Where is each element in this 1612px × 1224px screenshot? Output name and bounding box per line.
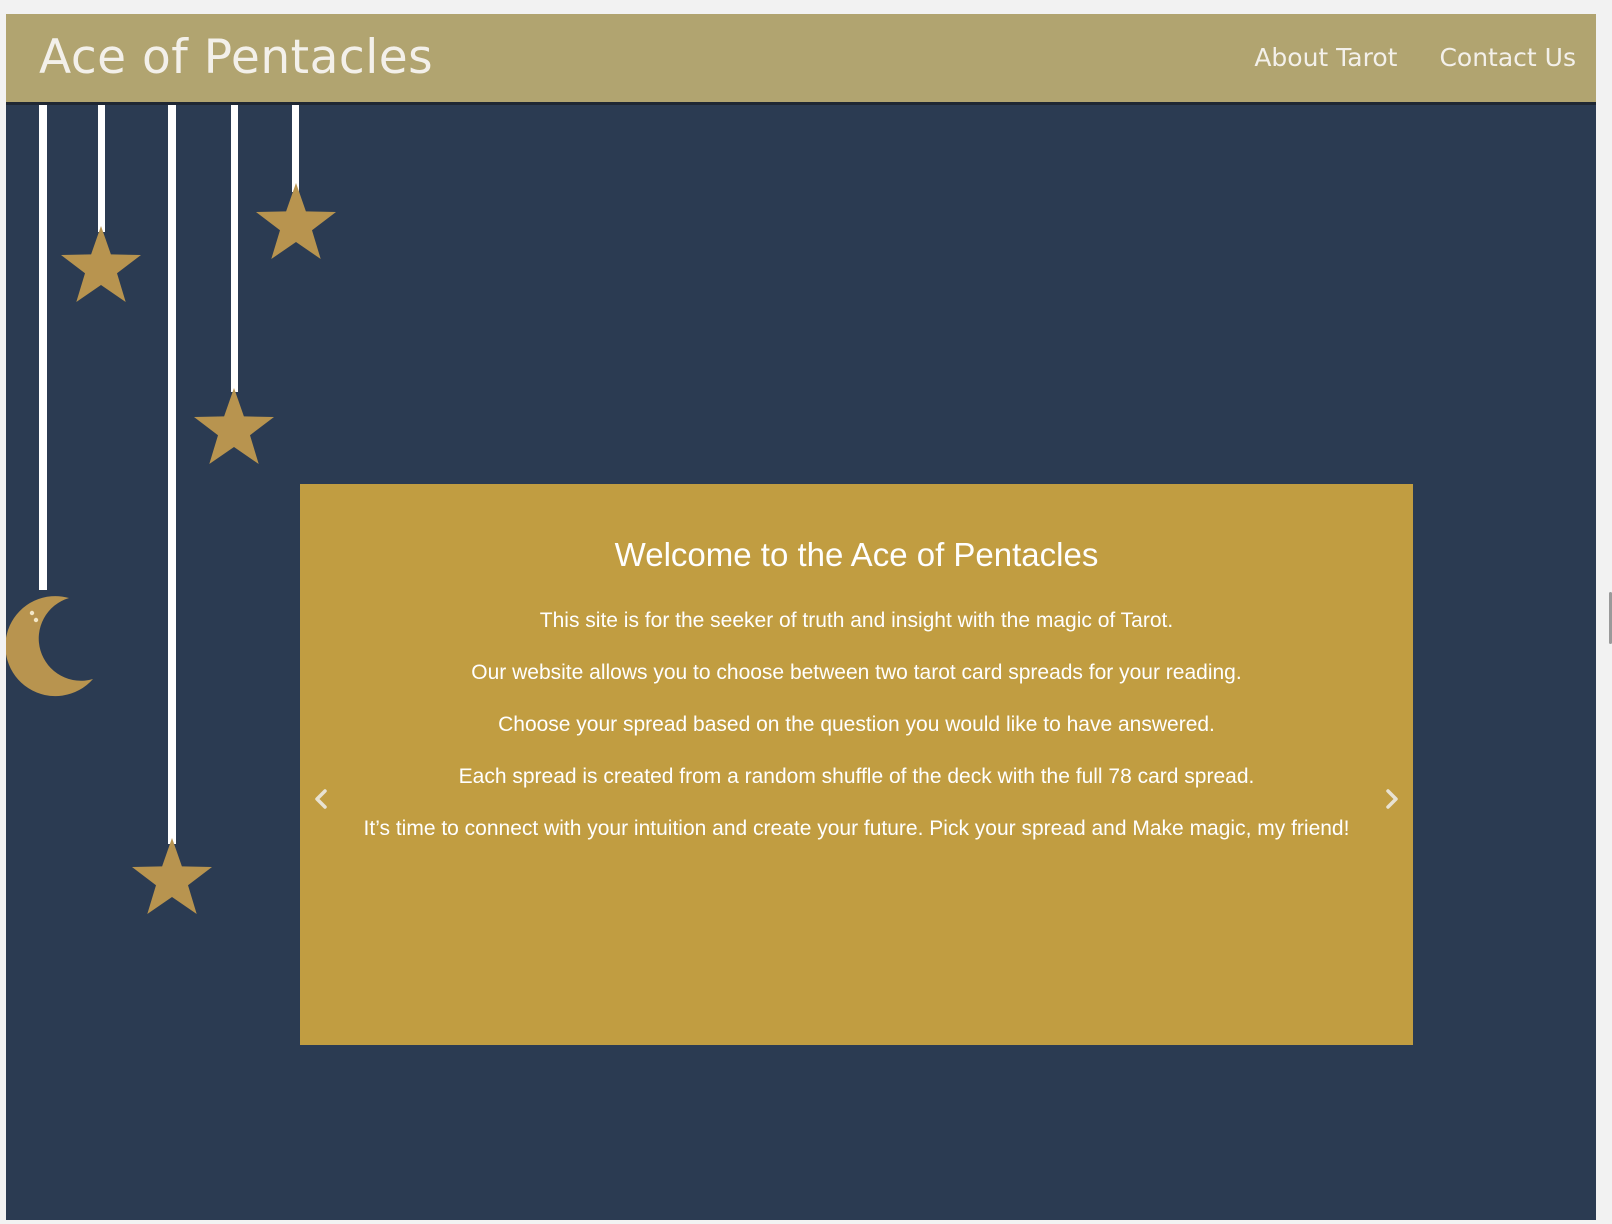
carousel-slide: Welcome to the Ace of Pentacles This sit… <box>300 484 1413 844</box>
star-string-2 <box>168 102 176 844</box>
nav-link-about-tarot[interactable]: About Tarot <box>1254 40 1397 76</box>
welcome-carousel: Welcome to the Ace of Pentacles This sit… <box>300 484 1413 1045</box>
intro-paragraph-4: Each spread is created from a random shu… <box>458 765 1255 788</box>
carousel-prev-button[interactable] <box>308 784 334 814</box>
welcome-title: Welcome to the Ace of Pentacles <box>614 536 1099 573</box>
nav-links: About Tarot Contact Us <box>1254 40 1576 76</box>
star-icon <box>194 388 274 464</box>
page-frame: Ace of Pentacles About Tarot Contact Us … <box>6 14 1596 1220</box>
intro-paragraph-1: This site is for the seeker of truth and… <box>539 609 1174 632</box>
star-icon <box>61 226 141 302</box>
moon-string <box>39 102 47 590</box>
site-logo[interactable]: Ace of Pentacles <box>39 30 433 86</box>
star-icon <box>256 183 336 259</box>
intro-paragraph-5: It’s time to connect with your intuition… <box>363 817 1350 840</box>
moon-icon <box>6 596 93 697</box>
star-string-1 <box>98 102 105 232</box>
star-string-3 <box>231 102 238 392</box>
star-string-4 <box>292 102 299 192</box>
carousel-next-button[interactable] <box>1379 784 1405 814</box>
intro-paragraph-3: Choose your spread based on the question… <box>498 713 1215 736</box>
top-navbar: Ace of Pentacles About Tarot Contact Us <box>6 14 1596 105</box>
nav-link-contact-us[interactable]: Contact Us <box>1439 40 1576 76</box>
chevron-right-icon <box>1386 789 1398 809</box>
intro-paragraph-2: Our website allows you to choose between… <box>471 661 1242 684</box>
chevron-left-icon <box>315 789 327 809</box>
star-icon <box>132 838 212 914</box>
